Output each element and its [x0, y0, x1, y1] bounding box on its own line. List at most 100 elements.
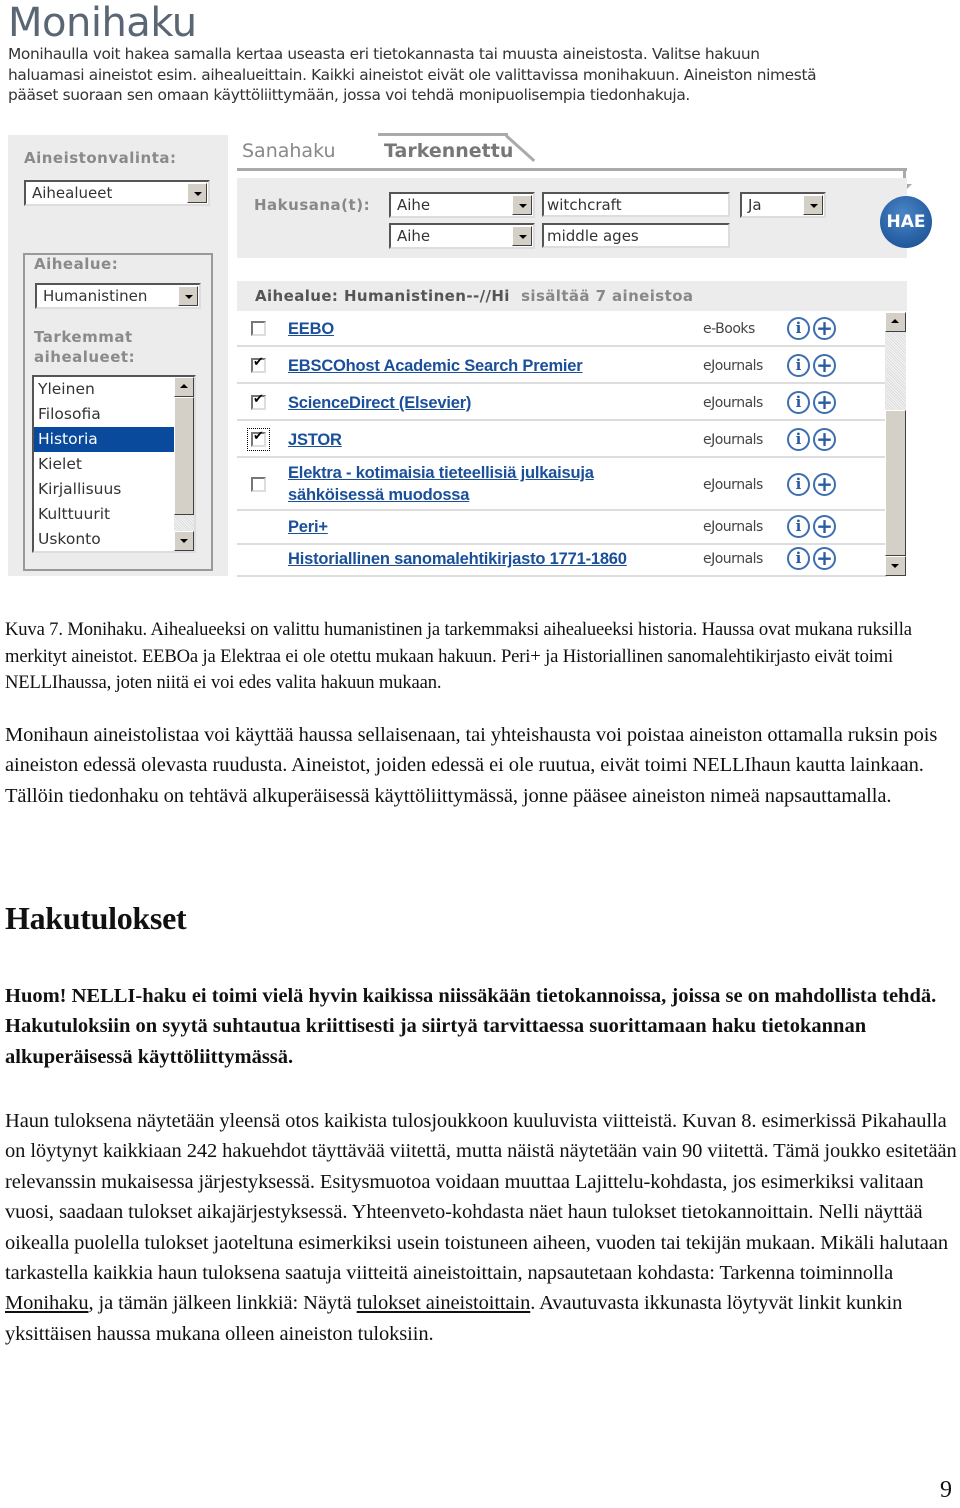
scroll-track[interactable] [885, 332, 906, 410]
include-checkbox[interactable] [251, 477, 266, 492]
database-type: eJournals [703, 432, 763, 448]
results-header: Aihealue: Humanistinen--//Hi sisältää 7 … [237, 281, 907, 311]
include-checkbox[interactable] [251, 355, 266, 373]
chevron-down-icon[interactable] [512, 195, 532, 215]
info-icon[interactable]: i [787, 515, 810, 538]
results-scrollbar[interactable] [885, 312, 906, 576]
field-value: Aihe [397, 227, 431, 245]
field-value: Aihe [397, 196, 431, 214]
operator-dropdown[interactable]: Ja [740, 192, 826, 218]
paragraph: Monihaun aineistolistaa voi käyttää haus… [5, 724, 938, 807]
database-link[interactable]: Historiallinen sanomalehtikirjasto 1771-… [288, 548, 627, 570]
database-type: eJournals [703, 395, 763, 411]
database-type: eJournals [703, 358, 763, 374]
scroll-thumb[interactable] [174, 397, 194, 515]
intro-text: Monihaulla voit hakea samalla kertaa use… [8, 44, 908, 106]
operator-value: Ja [748, 196, 762, 214]
include-checkbox[interactable] [251, 392, 266, 410]
database-link[interactable]: Peri+ [288, 516, 328, 538]
active-tab-border [378, 133, 508, 136]
database-link[interactable]: JSTOR [288, 429, 342, 451]
connector-line [537, 168, 906, 171]
field-dropdown-1[interactable]: Aihe [389, 192, 535, 218]
info-icon[interactable]: i [787, 428, 810, 451]
include-checkbox[interactable] [247, 428, 270, 451]
selection-dropdown[interactable]: Aihealueet [24, 180, 210, 206]
add-icon[interactable]: + [813, 473, 836, 496]
list-item[interactable]: Filosofia [34, 402, 174, 427]
add-icon[interactable]: + [813, 428, 836, 451]
add-icon[interactable]: + [813, 391, 836, 414]
chevron-down-icon[interactable] [178, 286, 198, 306]
table-row: ScienceDirect (Elsevier) eJournals i + [237, 386, 887, 421]
database-type: eJournals [703, 477, 763, 493]
selection-label: Aineistonvalinta: [24, 149, 177, 167]
intro-line: Monihaulla voit hakea samalla kertaa use… [8, 45, 760, 63]
include-checkbox[interactable] [251, 321, 266, 336]
search-term-input-2[interactable]: middle ages [542, 223, 730, 248]
tab-sanahaku[interactable]: Sanahaku [242, 140, 336, 162]
tab-tarkennettu[interactable]: Tarkennettu [384, 140, 513, 162]
paragraph-text: Haun tuloksena näytetään yleensä otos ka… [5, 1110, 957, 1285]
chevron-down-icon[interactable] [803, 195, 823, 215]
scroll-down-icon[interactable] [885, 556, 906, 576]
database-type: eJournals [703, 551, 763, 567]
list-item[interactable]: Yleinen [34, 377, 174, 402]
add-icon[interactable]: + [813, 547, 836, 570]
chevron-down-icon[interactable] [512, 226, 532, 246]
database-link-line: sähköisessä muodossa [288, 486, 470, 504]
search-term-input-1[interactable]: witchcraft [542, 192, 730, 217]
subject-label: Aihealue: [34, 255, 119, 273]
table-row: Peri+ eJournals i + [237, 513, 887, 545]
subject-value: Humanistinen [43, 287, 148, 305]
add-icon[interactable]: + [813, 354, 836, 377]
table-row: EBSCOhost Academic Search Premier eJourn… [237, 349, 887, 384]
scroll-down-icon[interactable] [174, 531, 194, 551]
scroll-up-icon[interactable] [174, 377, 194, 397]
search-label: Hakusana(t): [254, 196, 371, 214]
subject-dropdown[interactable]: Humanistinen [35, 283, 201, 309]
selection-value: Aihealueet [32, 184, 113, 202]
table-row: Elektra - kotimaisia tieteellisiä julkai… [237, 460, 887, 511]
table-row: Historiallinen sanomalehtikirjasto 1771-… [237, 547, 887, 577]
info-icon[interactable]: i [787, 391, 810, 414]
info-icon[interactable]: i [787, 317, 810, 340]
add-icon[interactable]: + [813, 515, 836, 538]
sub-subjects-listbox[interactable]: Yleinen Filosofia Historia Kielet Kirjal… [32, 375, 196, 553]
list-item[interactable]: Kirjallisuus [34, 477, 174, 502]
figure-caption: Kuva 7. Monihaku. Aihealueeksi on valitt… [5, 619, 912, 693]
info-icon[interactable]: i [787, 354, 810, 377]
app-title: Monihaku [8, 0, 197, 46]
warning-note: Huom! NELLI-haku ei toimi vielä hyvin ka… [5, 985, 937, 1068]
list-item[interactable]: Uskonto [34, 527, 174, 552]
database-link-line: Elektra - kotimaisia tieteellisiä julkai… [288, 464, 594, 482]
database-type: e-Books [703, 321, 755, 337]
listbox-scrollbar[interactable] [174, 377, 194, 551]
scroll-thumb[interactable] [885, 410, 906, 556]
database-link[interactable]: EBSCOhost Academic Search Premier [288, 355, 583, 377]
database-link[interactable]: EEBO [288, 318, 334, 340]
table-row: JSTOR eJournals i + [237, 423, 887, 458]
field-dropdown-2[interactable]: Aihe [389, 223, 535, 249]
list-item[interactable]: Kulttuurit [34, 502, 174, 527]
info-icon[interactable]: i [787, 547, 810, 570]
section-heading: Hakutulokset [5, 900, 187, 936]
results-by-source-link[interactable]: tulokset aineistoittain [357, 1292, 531, 1314]
scroll-up-icon[interactable] [885, 312, 906, 332]
chevron-down-icon[interactable] [187, 183, 207, 203]
sub-subjects-label: Tarkemmat aihealueet: [34, 328, 136, 366]
list-item[interactable]: Kielet [34, 452, 174, 477]
database-link[interactable]: ScienceDirect (Elsevier) [288, 392, 471, 414]
search-submit-button[interactable]: HAE [880, 196, 932, 248]
add-icon[interactable]: + [813, 317, 836, 340]
database-type: eJournals [703, 519, 763, 535]
database-list: EEBO e-Books i + EBSCOhost Academic Sear… [237, 312, 887, 577]
scroll-track[interactable] [174, 515, 194, 531]
monihaku-link[interactable]: Monihaku [5, 1292, 89, 1314]
monihaku-screenshot: Monihaku Monihaulla voit hakea samalla k… [0, 0, 960, 590]
database-link[interactable]: Elektra - kotimaisia tieteellisiä julkai… [288, 462, 594, 506]
paragraph-text: , ja tämän jälkeen linkkiä: Näytä [88, 1292, 357, 1315]
list-item-selected[interactable]: Historia [34, 427, 174, 452]
intro-line: haluamasi aineistot esim. aihealueittain… [8, 65, 817, 84]
info-icon[interactable]: i [787, 473, 810, 496]
